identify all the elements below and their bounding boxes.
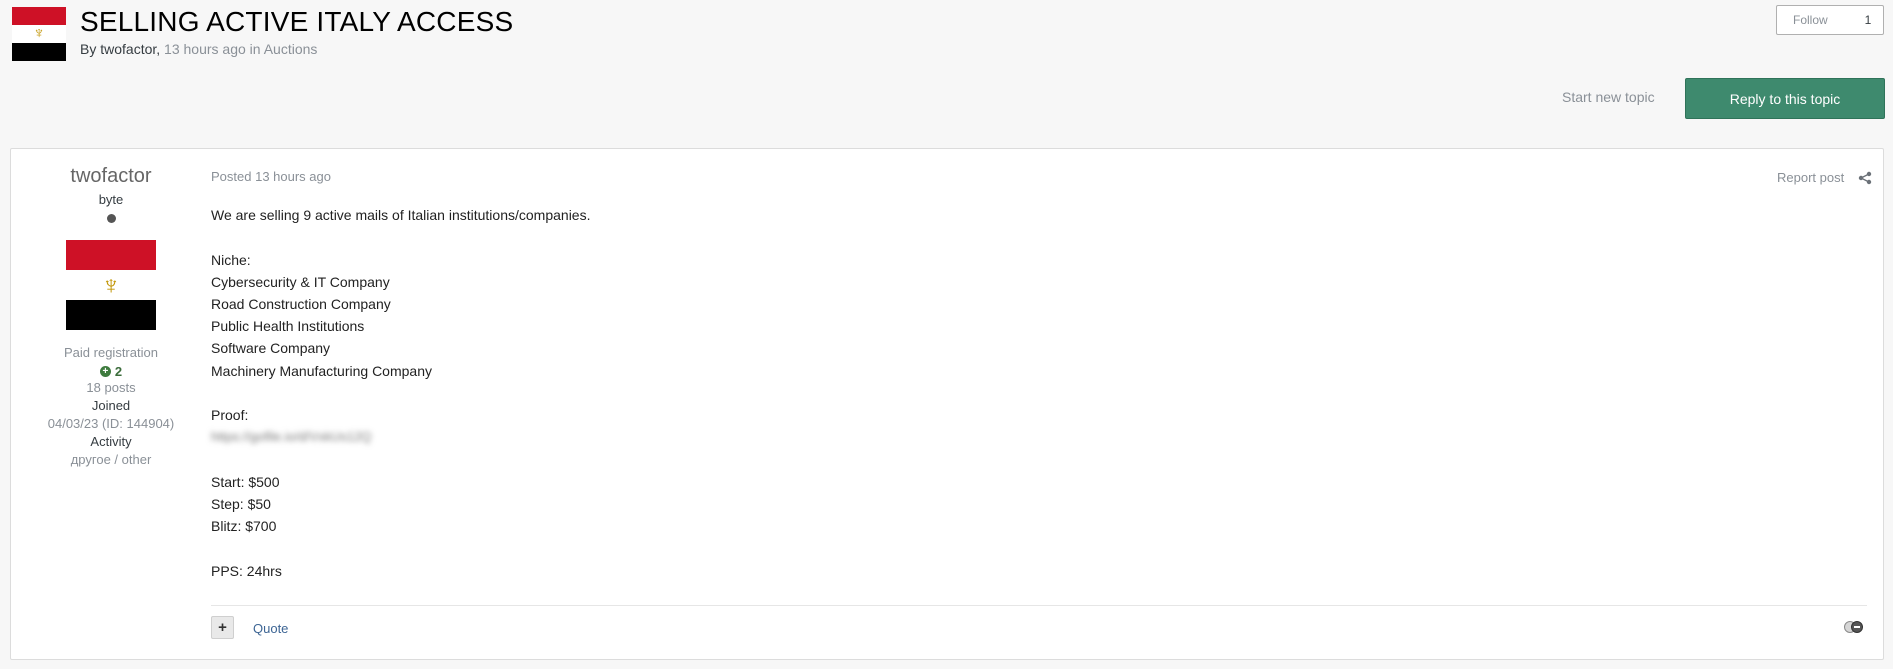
joined-label: Joined — [91, 398, 131, 413]
proof-label: Proof: — [211, 407, 249, 423]
follow-button[interactable]: Follow 1 — [1776, 5, 1884, 35]
joined-value: 04/03/23 (ID: 144904) — [47, 416, 175, 431]
post-divider — [211, 605, 1867, 606]
start-new-topic-link[interactable]: Start new topic — [1562, 89, 1655, 105]
activity-value: другое / other — [70, 452, 152, 467]
report-post-link[interactable]: Report post — [1777, 170, 1844, 185]
forum-link[interactable]: Auctions — [264, 41, 318, 57]
reputation-value: 2 — [114, 364, 123, 379]
author-rank: byte — [98, 192, 124, 207]
pps-info: PPS: 24hrs — [211, 563, 282, 579]
post-intro: We are selling 9 active mails of Italian… — [211, 207, 591, 223]
eagle-icon: ♆ — [33, 25, 45, 42]
follow-label: Follow — [1793, 13, 1828, 27]
niche-label: Niche: — [211, 252, 251, 268]
multiquote-button[interactable]: + — [211, 616, 234, 639]
author-name[interactable]: twofactor — [11, 165, 211, 188]
start-price: Start: $500 — [211, 474, 280, 490]
share-icon[interactable] — [1858, 171, 1872, 185]
activity-label: Activity — [90, 434, 132, 449]
byline-in: in — [249, 41, 261, 57]
reaction-icon[interactable] — [1843, 620, 1865, 634]
topic-byline: By twofactor, 13 hours ago in Auctions — [80, 41, 317, 57]
plus-circle-icon: + — [99, 366, 111, 377]
proof-link[interactable]: https://gofile.io/d/VxkUs12Q — [211, 429, 371, 444]
topic-flag-icon: ♆ — [12, 7, 66, 61]
page-title: SELLING ACTIVE ITALY ACCESS — [80, 6, 514, 37]
author-link[interactable]: twofactor — [100, 41, 156, 57]
byline-comma: , — [156, 41, 161, 57]
niche-item: Road Construction Company — [211, 296, 391, 312]
post-meta: Posted 13 hours ago — [211, 169, 331, 184]
byline-prefix: By — [80, 41, 101, 57]
blitz-price: Blitz: $700 — [211, 518, 277, 534]
niche-item: Machinery Manufacturing Company — [211, 363, 432, 379]
author-flag-icon: ♆ — [66, 240, 156, 330]
author-posts[interactable]: 18 posts — [11, 380, 211, 395]
step-price: Step: $50 — [211, 496, 271, 512]
post-container: twofactor byte ♆ Paid registration +2 18… — [10, 148, 1884, 660]
quote-button[interactable]: Quote — [253, 621, 288, 636]
follow-count: 1 — [1864, 13, 1872, 27]
niche-item: Software Company — [211, 340, 331, 356]
niche-item: Public Health Institutions — [211, 318, 365, 334]
reply-button[interactable]: Reply to this topic — [1685, 78, 1885, 119]
offline-dot-icon — [107, 214, 116, 223]
author-group: Paid registration — [64, 345, 158, 360]
topic-time: 13 hours ago — [164, 41, 246, 57]
eagle-icon: ♆ — [101, 270, 121, 300]
author-reputation: +2 — [11, 362, 211, 379]
niche-item: Cybersecurity & IT Company — [211, 274, 390, 290]
plus-icon: + — [218, 619, 227, 636]
